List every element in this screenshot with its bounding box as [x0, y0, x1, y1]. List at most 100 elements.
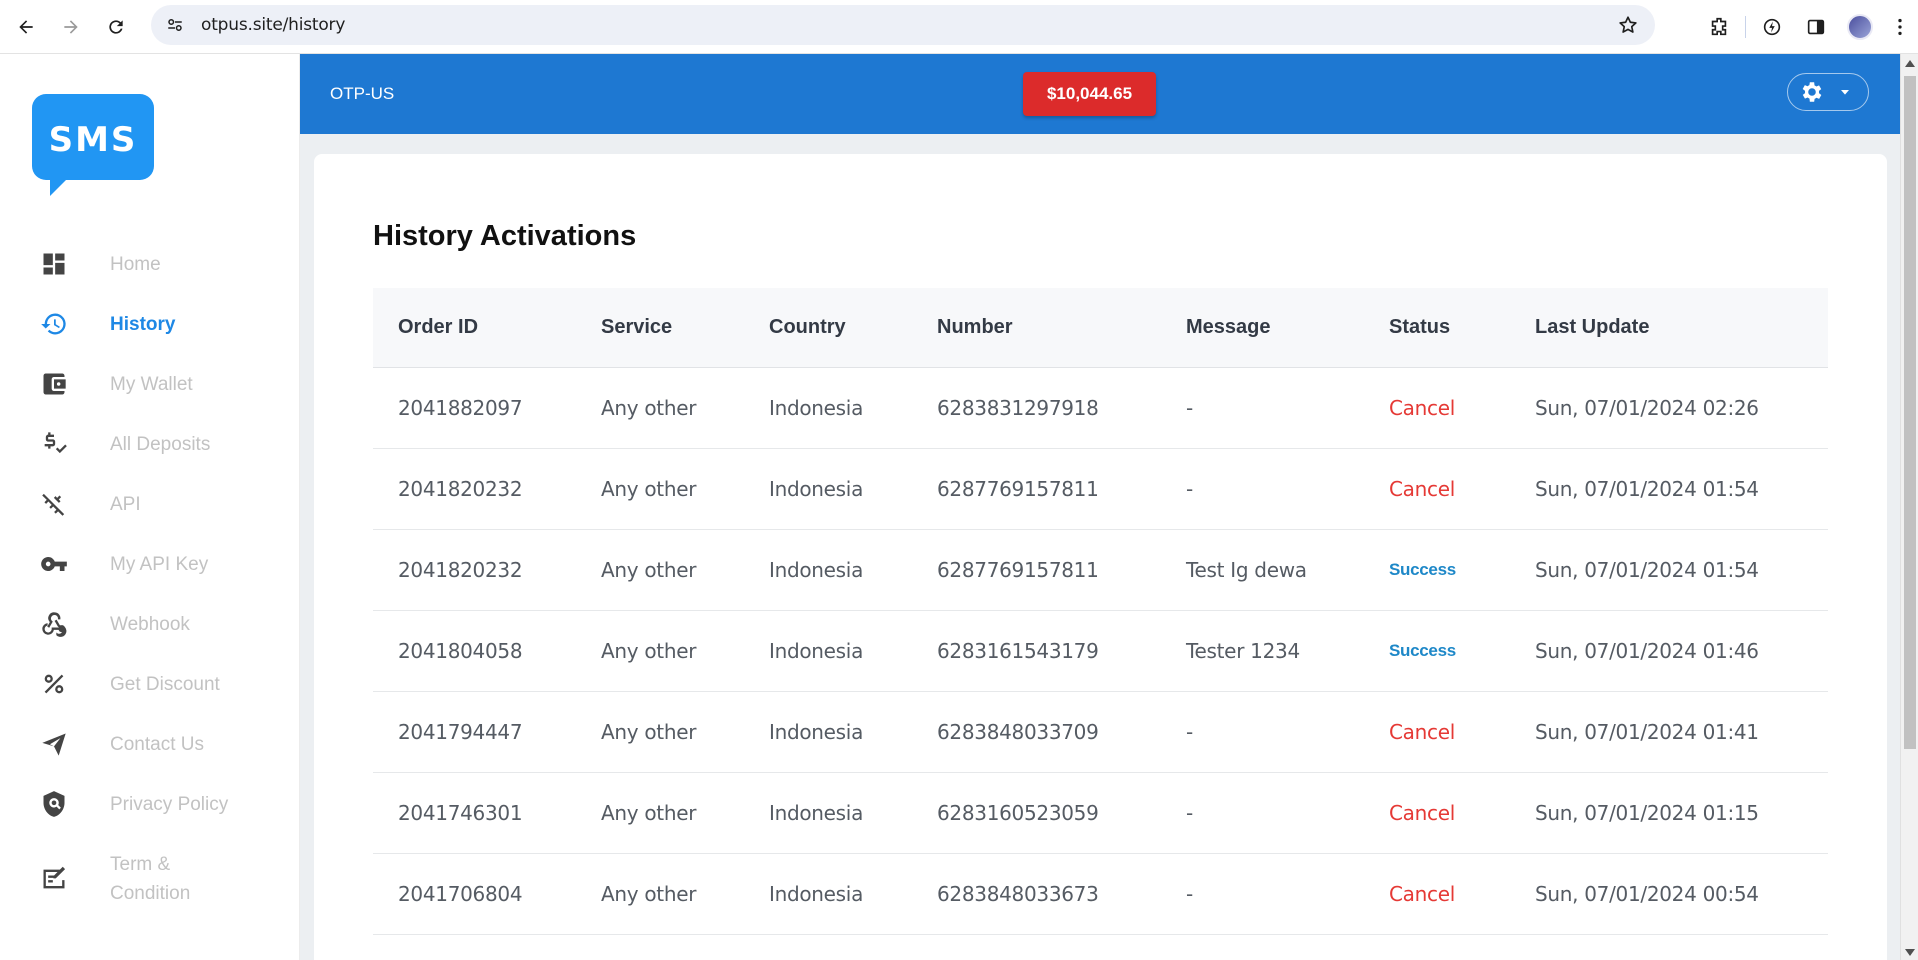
- sidebar-item-deposits[interactable]: All Deposits: [0, 414, 300, 474]
- cell-message: -: [1186, 477, 1193, 501]
- address-bar[interactable]: otpus.site/history: [151, 5, 1655, 45]
- back-icon[interactable]: [8, 9, 44, 45]
- cell-order-id: 2041794447: [398, 720, 523, 744]
- status-badge: Cancel: [1389, 720, 1455, 744]
- sms-logo[interactable]: SMS: [32, 94, 154, 196]
- cell-message: Tester 1234: [1186, 639, 1300, 663]
- cell-message: Test Ig dewa: [1186, 558, 1307, 582]
- cell-last-update: Sun, 07/01/2024 01:54: [1535, 477, 1759, 501]
- table-row[interactable]: 2041820232 Any other Indonesia 628776915781…: [373, 530, 1828, 611]
- sidebar-item-label: My API Key: [110, 553, 209, 575]
- sidebar-item-label: Privacy Policy: [110, 793, 229, 815]
- sidebar-item-privacy[interactable]: Privacy Policy: [0, 774, 300, 834]
- scroll-thumb[interactable]: [1904, 76, 1916, 749]
- cell-last-update: Sun, 07/01/2024 00:54: [1535, 882, 1759, 906]
- cell-message: -: [1186, 882, 1193, 906]
- cell-service: Any other: [601, 558, 697, 582]
- cell-number: 6283848033709: [937, 720, 1099, 744]
- settings-dropdown[interactable]: [1787, 73, 1869, 111]
- table-row[interactable]: 2041746301 Any other Indonesia 628316052305…: [373, 773, 1828, 854]
- table-row[interactable]: 2041794447 Any other Indonesia 628384803370…: [373, 692, 1828, 773]
- sidebar-item-label: Webhook: [110, 613, 190, 635]
- cell-number: 6283160523059: [937, 801, 1099, 825]
- extensions-icon[interactable]: [1697, 5, 1741, 49]
- url-text[interactable]: otpus.site/history: [201, 15, 345, 35]
- page-title: History Activations: [373, 220, 637, 252]
- cell-last-update: Sun, 07/01/2024 01:46: [1535, 639, 1759, 663]
- column-header-number[interactable]: Number: [937, 316, 1013, 339]
- column-header-service[interactable]: Service: [601, 316, 672, 339]
- page-scrollbar[interactable]: [1900, 54, 1918, 960]
- reload-icon[interactable]: [98, 9, 134, 45]
- table-row[interactable]: 2041882097 Any other Indonesia 628383129791…: [373, 368, 1828, 449]
- status-badge: Cancel: [1389, 882, 1455, 906]
- browser-toolbar: otpus.site/history: [0, 0, 1918, 54]
- send-icon: [40, 730, 68, 758]
- sidebar-item-label: Contact Us: [110, 733, 204, 755]
- wallet-icon: [40, 370, 68, 398]
- history-icon: [40, 310, 68, 338]
- shield-icon: [40, 790, 68, 818]
- forward-icon[interactable]: [53, 9, 89, 45]
- cell-service: Any other: [601, 477, 697, 501]
- column-header-last-update[interactable]: Last Update: [1535, 316, 1649, 339]
- cell-number: 6287769157811: [937, 558, 1099, 582]
- cell-last-update: Sun, 07/01/2024 01:15: [1535, 801, 1759, 825]
- status-badge: Cancel: [1389, 477, 1455, 501]
- cell-service: Any other: [601, 720, 697, 744]
- cell-number: 6287769157811: [937, 477, 1099, 501]
- cell-country: Indonesia: [769, 396, 864, 420]
- column-header-order-id[interactable]: Order ID: [398, 316, 478, 339]
- more-menu-icon[interactable]: [1882, 5, 1918, 49]
- table-body: 2041882097 Any other Indonesia 628383129791…: [373, 368, 1828, 935]
- gear-icon: [1802, 82, 1822, 102]
- sidebar-item-label: Get Discount: [110, 673, 220, 695]
- bookmark-star-icon[interactable]: [1617, 14, 1639, 36]
- column-header-country[interactable]: Country: [769, 316, 846, 339]
- status-badge: Cancel: [1389, 396, 1455, 420]
- sidebar-item-api-key[interactable]: My API Key: [0, 534, 300, 594]
- dashboard-icon: [40, 250, 68, 278]
- table-row[interactable]: 2041706804 Any other Indonesia 628384803367…: [373, 854, 1828, 935]
- status-badge: Success: [1389, 641, 1456, 660]
- sidebar-item-home[interactable]: Home: [0, 234, 300, 294]
- cell-order-id: 2041882097: [398, 396, 523, 420]
- column-header-message[interactable]: Message: [1186, 316, 1271, 339]
- sidebar-item-history[interactable]: History: [0, 294, 300, 354]
- table-header: Order ID Service Country Number Message …: [373, 288, 1828, 368]
- sidebar-item-label: Home: [110, 253, 161, 275]
- balance-button[interactable]: $10,044.65: [1023, 72, 1156, 116]
- sidebar-item-wallet[interactable]: My Wallet: [0, 354, 300, 414]
- sidebar-item-terms[interactable]: Term & Condition: [0, 834, 300, 924]
- sidebar-item-api[interactable]: API: [0, 474, 300, 534]
- sidebar-item-discount[interactable]: Get Discount: [0, 654, 300, 714]
- profile-avatar[interactable]: [1838, 5, 1882, 49]
- column-header-status[interactable]: Status: [1389, 316, 1450, 339]
- scroll-up-arrow-icon[interactable]: [1905, 60, 1915, 67]
- table-row[interactable]: 2041820232 Any other Indonesia 628776915781…: [373, 449, 1828, 530]
- side-panel-icon[interactable]: [1794, 5, 1838, 49]
- cell-message: -: [1186, 720, 1193, 744]
- sidebar-item-contact[interactable]: Contact Us: [0, 714, 300, 774]
- cell-country: Indonesia: [769, 477, 864, 501]
- deposit-icon: [40, 430, 68, 458]
- cell-service: Any other: [601, 639, 697, 663]
- table-row[interactable]: 2041804058 Any other Indonesia 628316154317…: [373, 611, 1828, 692]
- sidebar-item-label: All Deposits: [110, 433, 211, 455]
- scroll-down-arrow-icon[interactable]: [1905, 949, 1915, 956]
- cell-last-update: Sun, 07/01/2024 01:54: [1535, 558, 1759, 582]
- site-settings-icon[interactable]: [165, 15, 185, 35]
- performance-icon[interactable]: [1750, 5, 1794, 49]
- sidebar-item-webhook[interactable]: Webhook: [0, 594, 300, 654]
- cell-service: Any other: [601, 396, 697, 420]
- percent-icon: [40, 670, 68, 698]
- cell-country: Indonesia: [769, 801, 864, 825]
- cell-last-update: Sun, 07/01/2024 02:26: [1535, 396, 1759, 420]
- browser-actions: [1697, 0, 1918, 54]
- cell-last-update: Sun, 07/01/2024 01:41: [1535, 720, 1759, 744]
- top-header: OTP-US $10,044.65: [300, 54, 1900, 134]
- api-icon: [40, 490, 68, 518]
- logo-text: SMS: [49, 120, 138, 160]
- sidebar-menu: Home History My Wallet All Deposits API …: [0, 234, 300, 924]
- brand-name[interactable]: OTP-US: [330, 84, 394, 104]
